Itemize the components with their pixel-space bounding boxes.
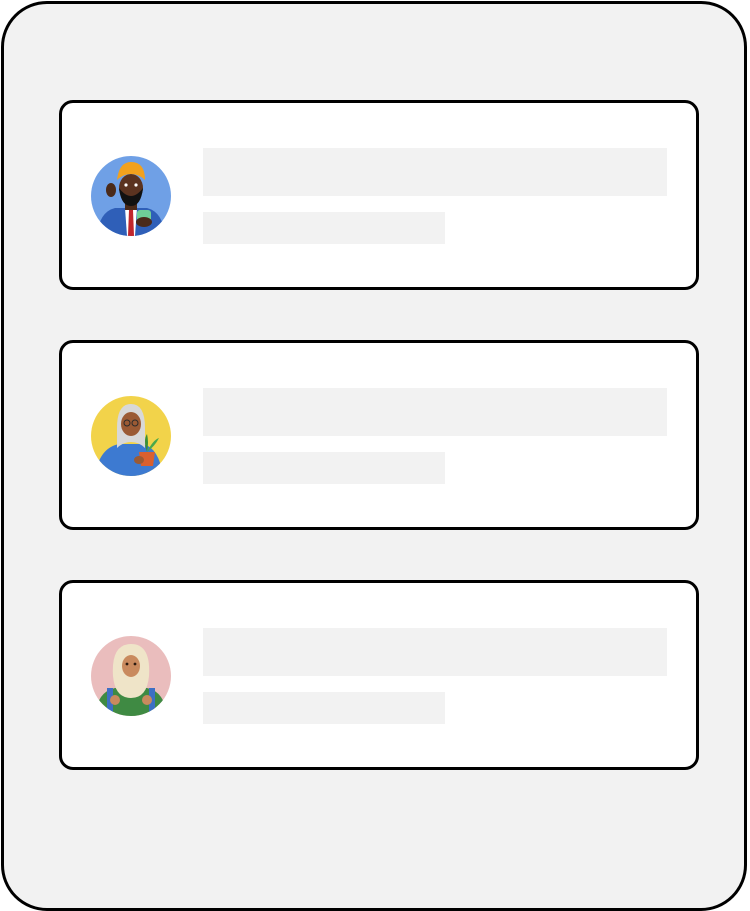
- phone-frame: [1, 1, 747, 911]
- list-item[interactable]: [59, 580, 699, 770]
- list-item[interactable]: [59, 340, 699, 530]
- item-subtitle-placeholder: [203, 692, 445, 724]
- item-title-placeholder: [203, 388, 667, 436]
- woman-hijab-avatar-icon: [91, 636, 171, 716]
- item-subtitle-placeholder: [203, 452, 445, 484]
- item-subtitle-placeholder: [203, 212, 445, 244]
- item-title-placeholder: [203, 148, 667, 196]
- list-item[interactable]: [59, 100, 699, 290]
- man-turban-avatar-icon: [91, 156, 171, 236]
- item-title-placeholder: [203, 628, 667, 676]
- woman-plant-avatar-icon: [91, 396, 171, 476]
